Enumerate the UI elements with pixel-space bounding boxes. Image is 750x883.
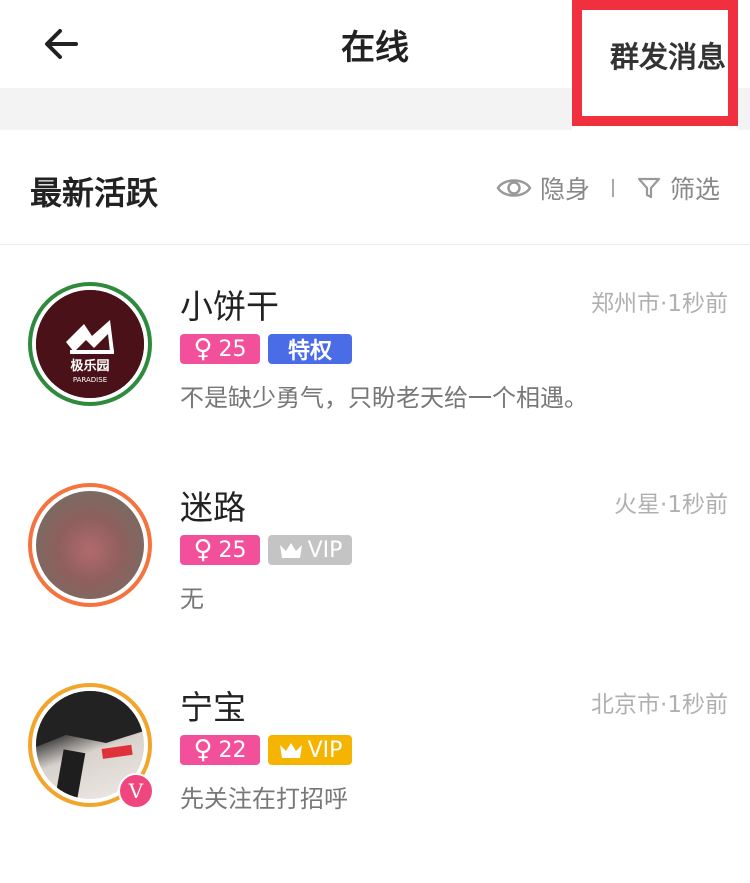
logo-text: 极乐园 [70,358,109,374]
age-badge: ♀ 25 [180,535,260,565]
verified-badge: V [118,773,154,809]
vip-badge: VIP [268,735,352,765]
avatar[interactable] [36,491,144,599]
age-badge: ♀ 22 [180,735,260,765]
filter-icon [637,177,661,199]
age-value: 25 [218,336,247,362]
filter-label: 筛选 [669,175,720,204]
avatar-ring: 极乐园 PARADISE [28,282,152,406]
badge-group: ♀ 22 VIP [180,735,352,765]
tools-separator [611,179,614,197]
privilege-badge: 特权 [268,334,352,364]
mass-message-label: 群发消息 [610,40,727,74]
age-value: 22 [218,737,247,763]
filter-button[interactable]: 筛选 [636,170,720,206]
mass-message-button[interactable]: 群发消息 [572,0,738,126]
signature: 无 [180,585,204,613]
list-item[interactable]: V 宁宝 北京市·1秒前 ♀ 22 VIP 先关注在打招呼 [0,683,750,883]
female-icon: ♀ [193,535,213,565]
signature: 不是缺少勇气，只盼老天给一个相遇。 [180,384,588,412]
vip-label: VIP [307,537,343,563]
list-item[interactable]: 极乐园 PARADISE 小饼干 郑州市·1秒前 ♀ 25 特权 不是缺少勇气，… [0,282,750,482]
section-tools: 隐身 筛选 [496,170,720,206]
crown-icon [279,543,302,558]
list-item[interactable]: 迷路 火星·1秒前 ♀ 25 VIP 无 [0,483,750,683]
age-value: 25 [218,537,247,563]
paradise-logo: 极乐园 PARADISE [36,290,144,398]
section-header: 最新活跃 隐身 筛选 [0,130,750,245]
location-time: 火星·1秒前 [614,492,728,518]
badge-group: ♀ 25 VIP [180,535,352,565]
section-title: 最新活跃 [30,174,159,212]
signature: 先关注在打招呼 [180,785,348,813]
header-divider-band [0,88,572,130]
age-badge: ♀ 25 [180,334,260,364]
invisible-toggle[interactable]: 隐身 [496,170,590,206]
female-icon: ♀ [193,735,213,765]
location-time: 北京市·1秒前 [591,692,728,718]
user-name: 宁宝 [180,688,246,727]
crown-icon [279,743,302,758]
eye-icon [496,179,532,197]
logo-subtext: PARADISE [73,376,107,384]
user-name: 迷路 [180,488,246,527]
header-divider-band-right [738,88,750,130]
user-name: 小饼干 [180,287,279,326]
female-icon: ♀ [193,334,213,364]
vip-badge: VIP [268,535,352,565]
location-time: 郑州市·1秒前 [591,291,728,317]
vip-label: VIP [307,737,343,763]
avatar-ring [28,483,152,607]
avatar[interactable]: 极乐园 PARADISE [36,290,144,398]
badge-group: ♀ 25 特权 [180,334,352,364]
invisible-label: 隐身 [539,175,590,204]
